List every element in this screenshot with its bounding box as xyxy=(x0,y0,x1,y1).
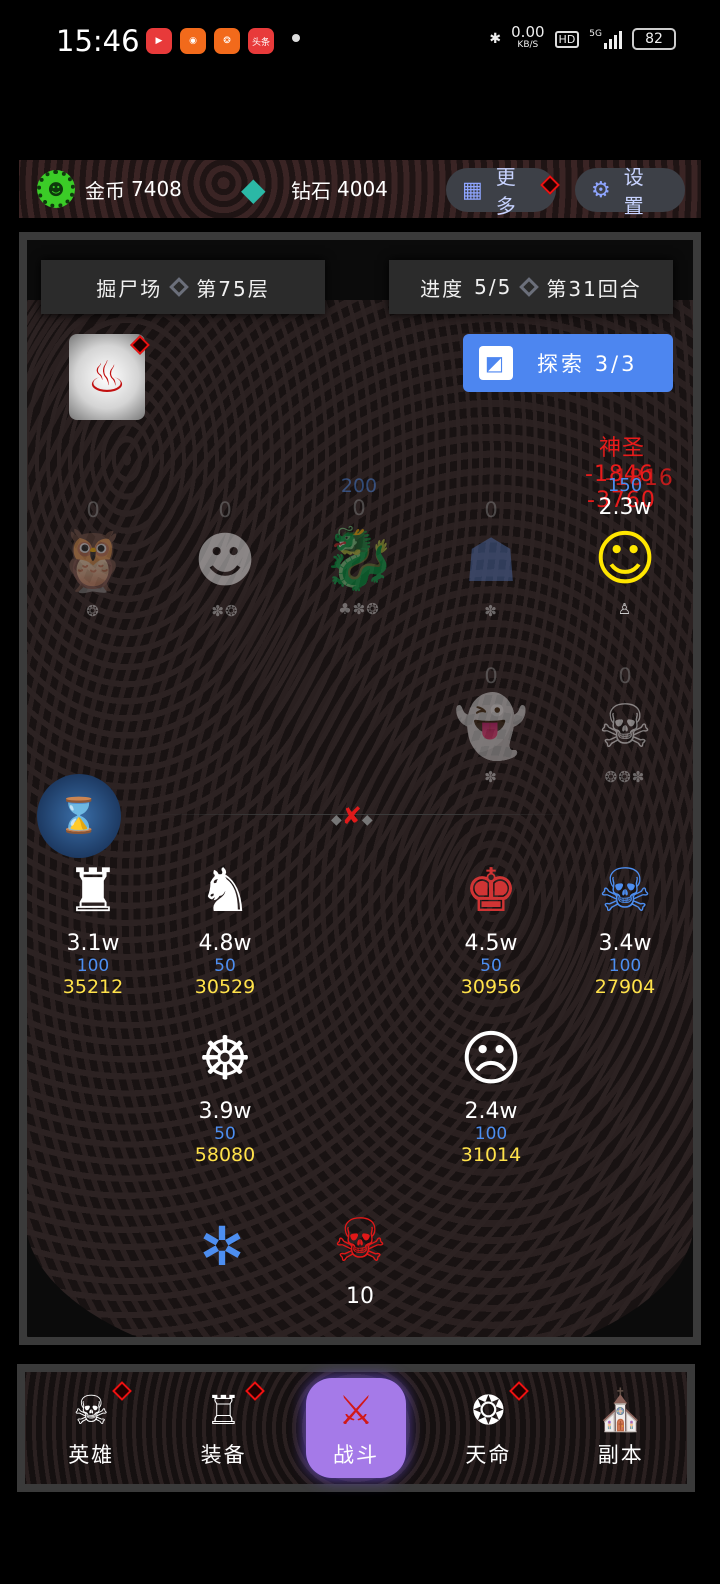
nav-battle[interactable]: ⚔ 战斗 xyxy=(305,1378,406,1478)
red-brute-icon: ♚ xyxy=(464,856,518,926)
nav-dungeon[interactable]: ⛪ 副本 xyxy=(571,1378,671,1478)
enemy-sugar-skull[interactable]: 0 ☠ ❂❂✽ xyxy=(575,664,675,786)
currency-bar: ☻ 金币 7408 ◆ 钻石 4004 ▦ 更多 ⚙ 设置 xyxy=(19,160,701,218)
status-bar: 15:46 ▶ ◉ ❂ 头条 ✱ 0.00 KB/S HD 5G 82 xyxy=(0,0,720,84)
separator-diamond-icon xyxy=(519,277,540,297)
stage-info: 掘尸场 第75层 xyxy=(41,260,325,314)
status-effects: ✽ xyxy=(484,602,498,620)
dragon-icon: 🐉 xyxy=(321,524,397,594)
toutiao-app-icon: 头条 xyxy=(248,28,274,54)
gold-display: ☻ 金币 7408 xyxy=(37,170,182,208)
destiny-medallion-icon: ❂ xyxy=(471,1388,506,1434)
hero-cracked-mask[interactable]: ☹ 2.4w 100 31014 xyxy=(441,1020,541,1166)
location-name: 掘尸场 xyxy=(96,276,163,301)
knight-sword-icon: ♞ xyxy=(198,856,252,926)
armor-icon: ♖ xyxy=(205,1388,242,1434)
nav-destiny[interactable]: ❂ 天命 xyxy=(438,1378,538,1478)
status-effects: ✽ xyxy=(484,768,498,786)
owl-monster-icon: 🦉 xyxy=(55,526,131,596)
hd-icon: HD xyxy=(554,30,580,48)
explore-button[interactable]: ◩ 探索 3/3 xyxy=(463,334,673,392)
battle-frame: 掘尸场 第75层 进度 5/5 第31回合 ♨ ◩ 探索 3/3 神圣 -184… xyxy=(19,232,701,1345)
destiny-badge-icon xyxy=(509,1381,530,1401)
gold-label: 金币 xyxy=(85,178,125,203)
grid-icon: ▦ xyxy=(462,177,486,203)
enemy-yellow-mage[interactable]: 150 2.3w ☺ ♙ xyxy=(575,476,675,619)
enemy-red-dragon[interactable]: 200 0 🐉 ♣✽❂ xyxy=(309,476,409,618)
gear-icon: ⚙ xyxy=(591,177,614,203)
progress-info: 进度 5/5 第31回合 xyxy=(389,260,673,314)
diamond-display: ◆ 钻石 4004 xyxy=(241,170,388,208)
gold-coin-icon: ☻ xyxy=(37,170,75,208)
hero-knight[interactable]: ♞ 4.8w 50 30529 xyxy=(175,852,275,998)
shop-app-icon: ◉ xyxy=(180,28,206,54)
damage-holy-text: 神圣 xyxy=(599,436,646,461)
signal-icon: 5G xyxy=(589,29,622,49)
diamond-value: 4004 xyxy=(337,177,388,201)
skull-totem[interactable]: ☠ 10 xyxy=(313,1198,407,1309)
clock: 15:46 xyxy=(56,24,140,58)
nav-equipment[interactable]: ♖ 装备 xyxy=(174,1378,274,1478)
separator-diamond-icon xyxy=(169,277,190,297)
game-app-icon: ❂ xyxy=(214,28,240,54)
frost-gear-icon[interactable]: ✲ xyxy=(187,1212,257,1282)
system-indicators: ✱ 0.00 KB/S HD 5G 82 xyxy=(489,23,676,52)
bluetooth-icon: ✱ xyxy=(489,31,502,47)
enemy-mummy[interactable]: 0 ☻ ✽❂ xyxy=(175,498,275,620)
hero-red-brute[interactable]: ♚ 4.5w 50 30956 xyxy=(441,852,541,998)
idol-icon: ☗ xyxy=(464,526,518,596)
map-icon: ◩ xyxy=(479,346,513,380)
hourglass-skill-icon[interactable]: ⌛ xyxy=(37,774,121,858)
enemy-owl-monster[interactable]: 0 🦉 ❂ xyxy=(43,498,143,620)
status-effects: ♙ xyxy=(617,600,633,618)
lion-dancer-icon: ☸ xyxy=(198,1024,252,1094)
crossed-swords-icon: ◆✘◆ xyxy=(331,802,373,830)
notification-apps: ▶ ◉ ❂ 头条 xyxy=(146,28,274,54)
status-effects: ❂ xyxy=(86,602,100,620)
totem-count: 10 xyxy=(346,1284,374,1309)
castle-icon: ⛪ xyxy=(595,1388,646,1434)
hero-viking[interactable]: ♜ 3.1w 100 35212 xyxy=(43,852,143,998)
round-number: 第31回合 xyxy=(546,276,642,301)
status-effects: ✽❂ xyxy=(211,602,239,620)
heroes-skull-icon: ☠ xyxy=(73,1388,110,1434)
nav-heroes[interactable]: ☠ 英雄 xyxy=(41,1378,141,1478)
pirate-captain-icon: ☠ xyxy=(598,856,652,926)
enemy-blue-idol[interactable]: 0 ☗ ✽ xyxy=(441,498,541,620)
diamond-icon: ◆ xyxy=(241,170,266,208)
network-speed: 0.00 KB/S xyxy=(511,23,545,51)
sugar-skull-icon: ☠ xyxy=(598,692,652,762)
settings-button[interactable]: ⚙ 设置 xyxy=(575,165,685,218)
cracked-mask-icon: ☹ xyxy=(459,1024,523,1094)
more-notifications-dot xyxy=(292,34,300,42)
enemy-blue-ghost[interactable]: 0 👻 ✽ xyxy=(441,664,541,786)
crossed-swords-icon: ⚔ xyxy=(338,1388,374,1434)
hero-pirate[interactable]: ☠ 3.4w 100 27904 xyxy=(575,852,675,998)
battery-icon: 82 xyxy=(632,28,676,50)
mummy-icon: ☻ xyxy=(193,526,257,596)
hero-lion-dancer[interactable]: ☸ 3.9w 50 58080 xyxy=(175,1020,275,1166)
skull-totem-icon: ☠ xyxy=(333,1206,387,1276)
progress-value: 5/5 xyxy=(474,275,513,299)
viking-helm-icon: ♜ xyxy=(66,856,120,926)
status-effects: ❂❂✽ xyxy=(604,768,646,786)
equipment-badge-icon xyxy=(244,1381,265,1401)
video-app-icon: ▶ xyxy=(146,28,172,54)
status-effects: ♣✽❂ xyxy=(338,600,380,618)
progress-label: 进度 xyxy=(420,276,465,301)
gold-value: 7408 xyxy=(131,177,182,201)
floor-number: 第75层 xyxy=(196,276,270,301)
diamond-label: 钻石 xyxy=(291,178,331,203)
yellow-mage-icon: ☺ xyxy=(593,524,657,594)
heroes-badge-icon xyxy=(112,1381,133,1401)
bottom-nav: ☠ 英雄 ♖ 装备 ⚔ 战斗 ❂ 天命 ⛪ 副本 xyxy=(17,1364,695,1492)
ghost-icon: 👻 xyxy=(453,692,529,762)
more-button[interactable]: ▦ 更多 xyxy=(446,165,556,218)
battle-board: 掘尸场 第75层 进度 5/5 第31回合 ♨ ◩ 探索 3/3 神圣 -184… xyxy=(27,240,693,1337)
